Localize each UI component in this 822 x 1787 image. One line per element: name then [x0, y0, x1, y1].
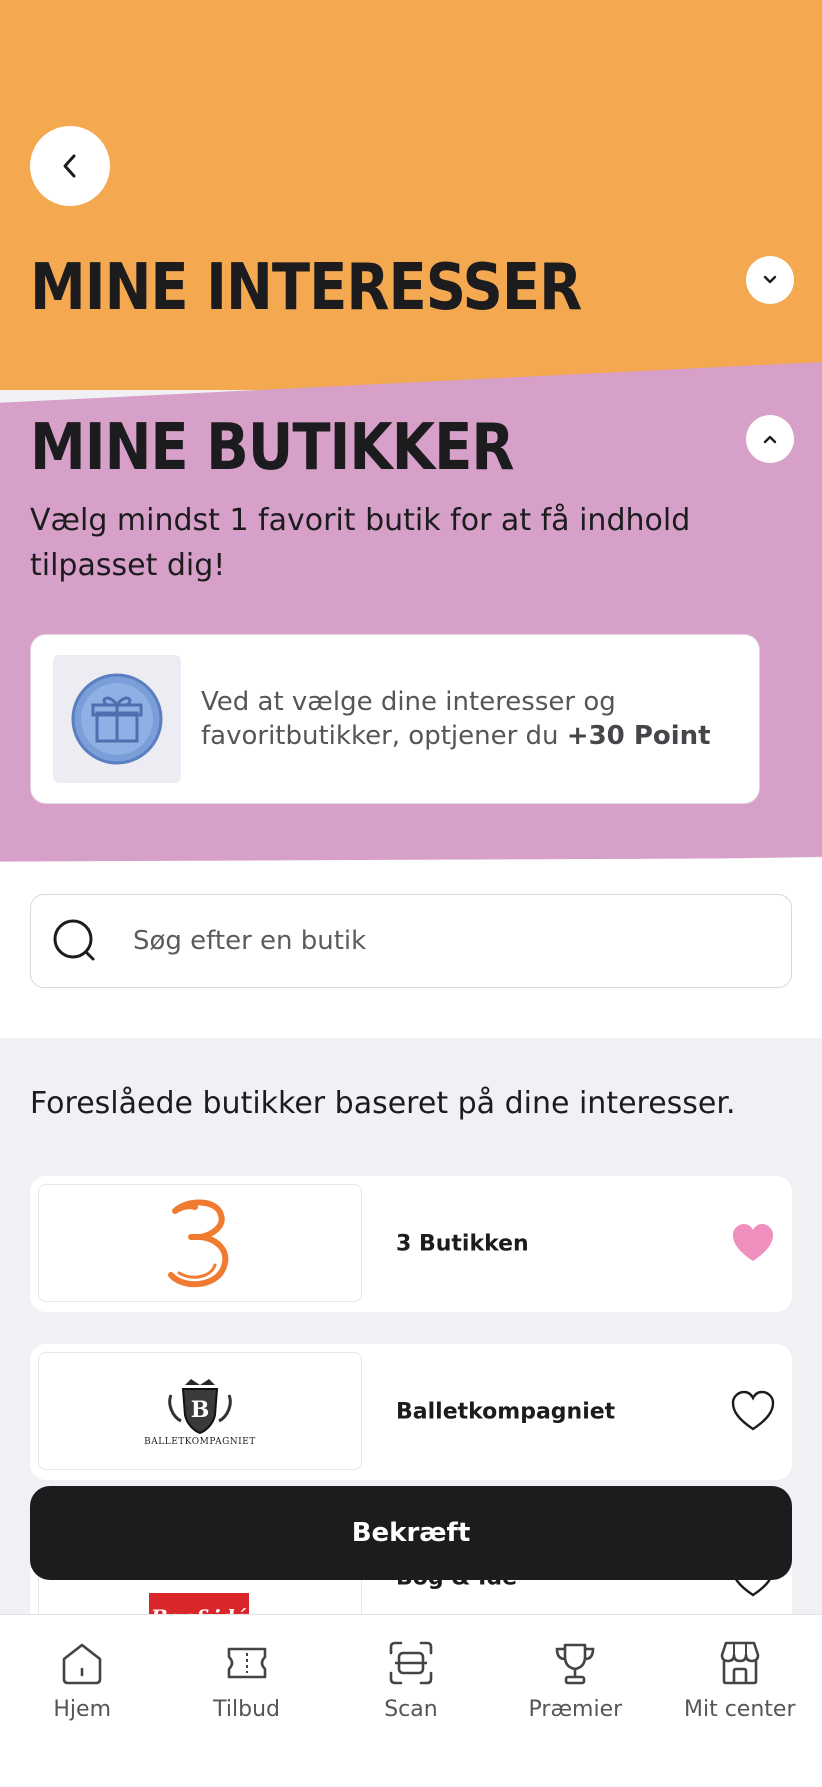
suggestions-heading: Foreslåede butikker baseret på dine inte… — [30, 1086, 736, 1121]
tab-label: Tilbud — [213, 1697, 280, 1722]
balletkompagniet-logo-text: BALLETKOMPAGNIET — [144, 1437, 256, 1447]
interests-section — [0, 0, 822, 390]
crest-logo-icon: B — [168, 1379, 232, 1435]
home-icon — [62, 1643, 102, 1685]
gift-icon — [71, 673, 163, 765]
store-icon — [720, 1641, 760, 1685]
store-row-3-butikken[interactable]: 3 Butikken — [30, 1176, 792, 1312]
store-logo — [38, 1184, 362, 1302]
search-input[interactable] — [131, 925, 735, 957]
tab-praemier[interactable]: Præmier — [500, 1615, 650, 1787]
chevron-left-icon — [63, 154, 76, 178]
svg-text:B: B — [191, 1397, 210, 1423]
points-info-text: Ved at vælge dine interesser og favoritb… — [201, 687, 711, 751]
store-row-balletkompagniet[interactable]: B BALLETKOMPAGNIET Balletkompagniet — [30, 1344, 792, 1480]
search-icon — [53, 919, 95, 961]
confirm-button[interactable]: Bekræft — [30, 1486, 792, 1580]
tab-scan[interactable]: Scan — [336, 1615, 486, 1787]
interests-expand-button[interactable] — [746, 256, 794, 304]
store-name: Balletkompagniet — [396, 1399, 616, 1425]
tab-label: Hjem — [53, 1697, 111, 1722]
heart-filled-icon[interactable] — [730, 1221, 776, 1267]
heart-outline-icon[interactable] — [730, 1389, 776, 1435]
points-value: +30 Point — [566, 721, 711, 751]
tab-hjem[interactable]: Hjem — [7, 1615, 157, 1787]
store-name: 3 Butikken — [396, 1231, 529, 1257]
tab-tilbud[interactable]: Tilbud — [172, 1615, 322, 1787]
chevron-down-icon — [763, 275, 777, 284]
tab-label: Mit center — [684, 1697, 796, 1722]
scan-icon — [389, 1641, 433, 1685]
chevron-up-icon — [763, 435, 777, 444]
tab-label: Præmier — [528, 1697, 623, 1722]
three-logo-icon — [168, 1199, 229, 1288]
store-search — [30, 894, 792, 988]
trophy-icon — [556, 1643, 595, 1685]
interests-title: MINE INTERESSER — [30, 250, 582, 325]
store-logo: B BALLETKOMPAGNIET — [38, 1352, 362, 1470]
stores-collapse-button[interactable] — [746, 415, 794, 463]
back-button[interactable] — [30, 126, 110, 206]
ticket-icon — [227, 1647, 266, 1679]
stores-title: MINE BUTIKKER — [30, 410, 515, 485]
gift-badge — [53, 655, 181, 783]
points-info-card: Ved at vælge dine interesser og favoritb… — [30, 634, 760, 804]
bottom-tab-bar: Hjem Tilbud Scan Præmier Mit center — [0, 1614, 822, 1787]
stores-subtitle: Vælg mindst 1 favorit butik for at få in… — [30, 503, 691, 583]
tab-label: Scan — [384, 1697, 438, 1722]
tab-mit-center[interactable]: Mit center — [665, 1615, 815, 1787]
